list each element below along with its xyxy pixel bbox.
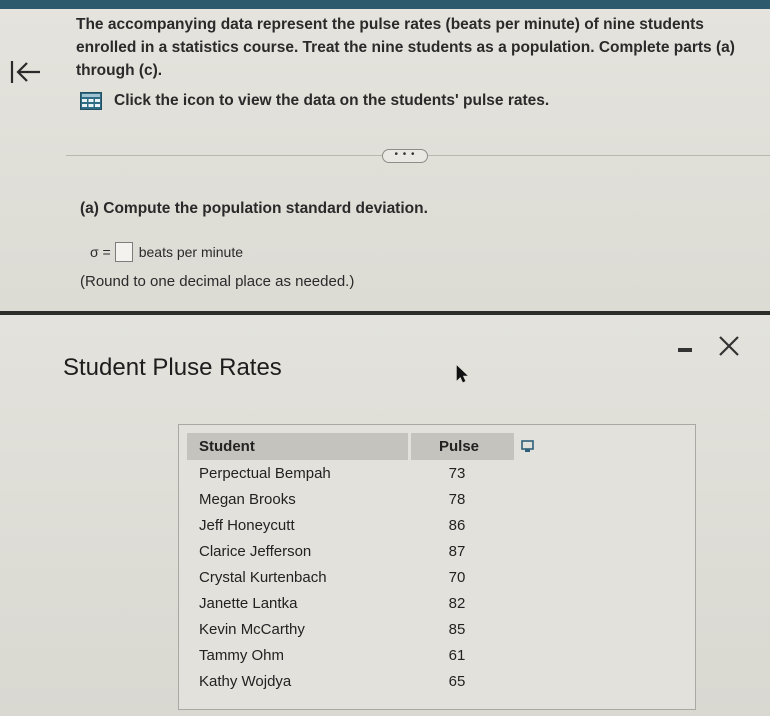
question-panel: The accompanying data represent the puls… — [0, 9, 770, 311]
student-name: Megan Brooks — [199, 490, 296, 508]
student-name: Kathy Wojdya — [199, 672, 292, 690]
pulse-table: Student Pulse Perpectual Bempah 73 Megan… — [187, 433, 517, 694]
units-label: beats per minute — [138, 244, 244, 260]
sigma-answer-input[interactable] — [114, 242, 133, 262]
table-row: Clarice Jefferson 87 — [187, 538, 515, 564]
table-row: Kevin McCarthy 85 — [187, 616, 515, 642]
close-icon — [719, 336, 739, 356]
sigma-label: σ = — [90, 244, 111, 260]
data-popup: Student Pluse Rates Student Pulse Perpec… — [0, 311, 770, 716]
back-button[interactable] — [8, 57, 42, 87]
data-table-panel: Student Pulse Perpectual Bempah 73 Megan… — [178, 424, 696, 710]
back-to-start-icon — [10, 61, 40, 83]
table-header-row: Student Pulse — [187, 433, 517, 460]
column-header-pulse: Pulse — [409, 433, 517, 460]
pulse-value: 65 — [448, 672, 466, 690]
popup-title: Student Pluse Rates — [63, 354, 282, 381]
pulse-value: 70 — [448, 568, 466, 586]
student-name: Kevin McCarthy — [199, 620, 305, 638]
data-link-row: Click the icon to view the data on the s… — [80, 89, 549, 113]
table-row: Jeff Honeycutt 86 — [187, 512, 515, 538]
pulse-value: 78 — [448, 490, 466, 508]
student-name: Janette Lantka — [199, 594, 298, 612]
student-name: Crystal Kurtenbach — [199, 568, 327, 586]
more-button[interactable]: • • • — [382, 149, 428, 163]
table-row: Crystal Kurtenbach 70 — [187, 564, 515, 590]
mouse-cursor-icon — [456, 365, 468, 383]
pulse-value: 61 — [448, 646, 466, 664]
student-name: Perpectual Bempah — [199, 464, 331, 482]
answer-row: σ = beats per minute — [90, 241, 243, 263]
rounding-note: (Round to one decimal place as needed.) — [80, 273, 355, 290]
minimize-button[interactable] — [676, 340, 696, 356]
student-name: Jeff Honeycutt — [199, 516, 295, 534]
table-row: Megan Brooks 78 — [187, 486, 515, 512]
close-button[interactable] — [716, 333, 742, 359]
table-row: Perpectual Bempah 73 — [187, 460, 515, 486]
pulse-value: 85 — [448, 620, 466, 638]
pulse-value: 86 — [448, 516, 466, 534]
table-row: Kathy Wojdya 65 — [187, 668, 515, 694]
copy-icon[interactable] — [521, 440, 535, 454]
pulse-value: 87 — [448, 542, 466, 560]
student-name: Clarice Jefferson — [199, 542, 312, 560]
top-bar — [0, 0, 770, 9]
pulse-value: 82 — [448, 594, 466, 612]
table-row: Tammy Ohm 61 — [187, 642, 515, 668]
table-row: Janette Lantka 82 — [187, 590, 515, 616]
part-a-prompt: (a) Compute the population standard devi… — [80, 200, 428, 217]
pulse-value: 73 — [448, 464, 466, 482]
question-intro: The accompanying data represent the puls… — [76, 16, 735, 79]
data-table-icon[interactable] — [80, 92, 102, 110]
column-header-student: Student — [187, 433, 411, 460]
student-name: Tammy Ohm — [199, 646, 285, 664]
data-link-text[interactable]: Click the icon to view the data on the s… — [114, 92, 549, 110]
